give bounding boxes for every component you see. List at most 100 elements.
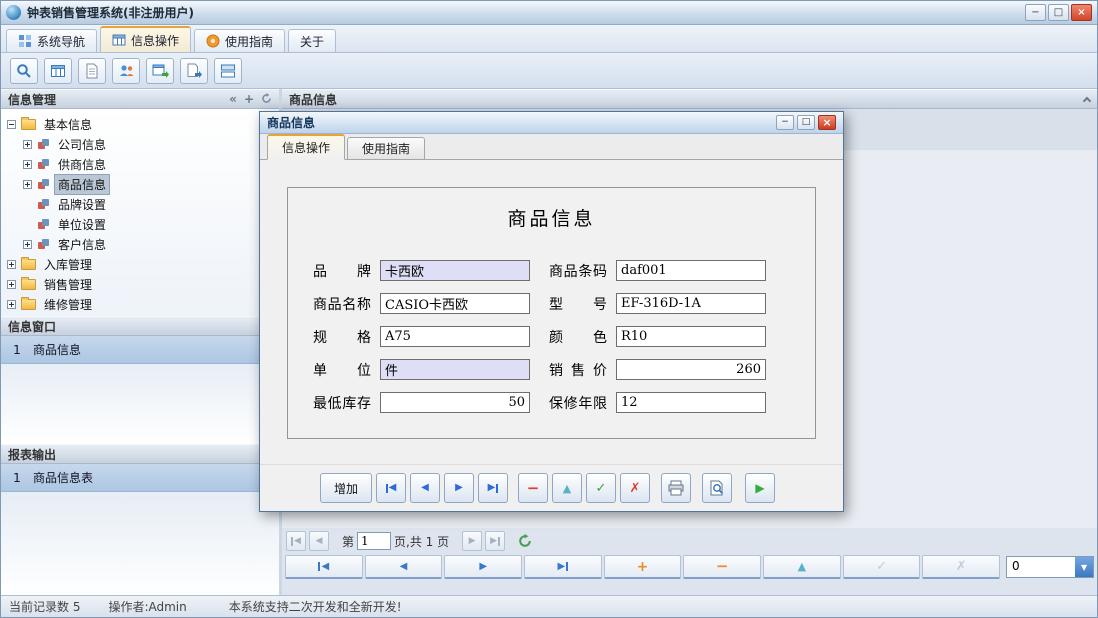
expand-expander-icon[interactable] (23, 140, 32, 149)
prev-page-button[interactable]: ◀ (309, 531, 329, 551)
minimize-button[interactable]: − (1025, 4, 1046, 21)
tree-item-repair-management[interactable]: 维修管理 (4, 294, 276, 314)
expand-expander-icon[interactable] (7, 280, 16, 289)
barcode-input[interactable] (616, 260, 766, 281)
tree-item-sales-management[interactable]: 销售管理 (4, 274, 276, 294)
dialog-minimize-button[interactable]: − (776, 115, 794, 130)
add-icon[interactable]: + (244, 93, 254, 105)
app-icon (6, 5, 21, 20)
list-item[interactable]: 1 商品信息 (1, 336, 279, 364)
print-preview-button[interactable] (702, 473, 732, 503)
edit-record-button[interactable]: ▲ (763, 555, 841, 579)
record-count-dropdown[interactable]: 0 ▼ (1006, 556, 1094, 578)
application-window: 钟表销售管理系统(非注册用户) − □ × 系统导航 信息操作 使用指南 关于 (0, 0, 1098, 618)
tab-about[interactable]: 关于 (288, 29, 336, 52)
tree-item-unit-settings[interactable]: 单位设置 (4, 214, 276, 234)
refresh-button[interactable] (518, 534, 532, 548)
tree-item-brand-settings[interactable]: 品牌设置 (4, 194, 276, 214)
add-button[interactable]: 增加 (320, 473, 372, 503)
last-page-button[interactable]: ▶ (485, 531, 505, 551)
dialog-tab-info-operations[interactable]: 信息操作 (267, 134, 345, 160)
prev-record-button[interactable]: ◀ (410, 473, 440, 503)
tab-system-navigation[interactable]: 系统导航 (6, 29, 97, 52)
edit-record-button[interactable]: ▲ (552, 473, 582, 503)
confirm-button[interactable]: ✓ (586, 473, 616, 503)
color-input[interactable] (616, 326, 766, 347)
refresh-icon[interactable] (261, 93, 272, 106)
cancel-button[interactable]: ✗ (620, 473, 650, 503)
price-input[interactable] (616, 359, 766, 380)
record-count-status: 当前记录数 5 (9, 598, 80, 615)
tree-item-supplier-info[interactable]: 供商信息 (4, 154, 276, 174)
expand-expander-icon[interactable] (23, 160, 32, 169)
dialog-title: 商品信息 (267, 114, 773, 131)
tab-info-operations[interactable]: 信息操作 (100, 26, 191, 52)
list-item[interactable]: 1 商品信息表 (1, 464, 279, 492)
dropdown-arrow-icon[interactable]: ▼ (1075, 557, 1093, 577)
last-record-button[interactable]: ▶ (478, 473, 508, 503)
export-table-button[interactable] (146, 58, 174, 84)
collapse-expander-icon[interactable] (7, 120, 16, 129)
delete-record-button[interactable]: − (683, 555, 761, 579)
info-window-header[interactable]: 信息窗口 (1, 316, 279, 336)
delete-record-button[interactable]: − (518, 473, 548, 503)
status-bar: 当前记录数 5 操作者:Admin 本系统支持二次开发和全新开发! (1, 595, 1097, 617)
folder-icon (21, 299, 36, 310)
search-button[interactable] (10, 58, 38, 84)
min-stock-input[interactable] (380, 392, 530, 413)
maximize-button[interactable]: □ (1048, 4, 1069, 21)
warranty-input[interactable] (616, 392, 766, 413)
dialog-tab-user-guide[interactable]: 使用指南 (347, 137, 425, 159)
unit-input[interactable] (380, 359, 530, 380)
expand-expander-icon[interactable] (7, 260, 16, 269)
tree-item-company-info[interactable]: 公司信息 (4, 134, 276, 154)
expand-expander-icon[interactable] (23, 240, 32, 249)
dialog-titlebar[interactable]: 商品信息 − □ × (260, 112, 843, 134)
tree-item-basic-info[interactable]: 基本信息 (4, 114, 276, 134)
minimize-icon: − (1031, 8, 1039, 18)
new-document-button[interactable] (78, 58, 106, 84)
tree-item-product-info[interactable]: 商品信息 (4, 174, 276, 194)
model-label: 型号 (549, 294, 607, 314)
model-input[interactable] (616, 293, 766, 314)
expand-expander-icon[interactable] (7, 300, 16, 309)
table-view-button[interactable] (44, 58, 72, 84)
prev-record-button[interactable]: ◀ (365, 555, 443, 579)
tab-user-guide[interactable]: 使用指南 (194, 29, 285, 52)
product-form: 商品信息 品牌 商品条码 商品名称 型号 (287, 187, 816, 439)
confirm-button[interactable]: ✓ (843, 555, 921, 579)
product-name-input[interactable] (380, 293, 530, 314)
report-output-header[interactable]: 报表输出 (1, 444, 279, 464)
users-button[interactable] (112, 58, 140, 84)
document-icon (84, 63, 100, 79)
cancel-button[interactable]: ✗ (922, 555, 1000, 579)
run-button[interactable]: ▶ (745, 473, 775, 503)
add-record-button[interactable]: + (604, 555, 682, 579)
collapse-panel-icon[interactable]: « (229, 93, 237, 105)
last-record-button[interactable]: ▶ (524, 555, 602, 579)
first-page-button[interactable]: ◀ (286, 531, 306, 551)
close-button[interactable]: × (1071, 4, 1092, 21)
table-arrow-icon (152, 63, 169, 79)
spec-input[interactable] (380, 326, 530, 347)
tree-item-inbound-management[interactable]: 入库管理 (4, 254, 276, 274)
brand-input[interactable] (380, 260, 530, 281)
first-record-button[interactable]: ◀ (285, 555, 363, 579)
dialog-close-button[interactable]: × (818, 115, 836, 130)
card-view-icon (220, 63, 236, 79)
page-number-input[interactable] (357, 532, 391, 550)
first-record-button[interactable]: ◀ (376, 473, 406, 503)
expand-expander-icon[interactable] (23, 180, 32, 189)
card-view-button[interactable] (214, 58, 242, 84)
next-record-button[interactable]: ▶ (444, 555, 522, 579)
chevron-up-icon[interactable] (1083, 96, 1091, 104)
print-button[interactable] (661, 473, 691, 503)
dialog-maximize-button[interactable]: □ (797, 115, 815, 130)
next-page-button[interactable]: ▶ (462, 531, 482, 551)
product-name-label: 商品名称 (313, 294, 371, 314)
tree-item-label: 客户信息 (55, 235, 109, 254)
form-row: 最低库存 保修年限 (288, 386, 815, 419)
export-document-button[interactable] (180, 58, 208, 84)
tree-item-customer-info[interactable]: 客户信息 (4, 234, 276, 254)
next-record-button[interactable]: ▶ (444, 473, 474, 503)
